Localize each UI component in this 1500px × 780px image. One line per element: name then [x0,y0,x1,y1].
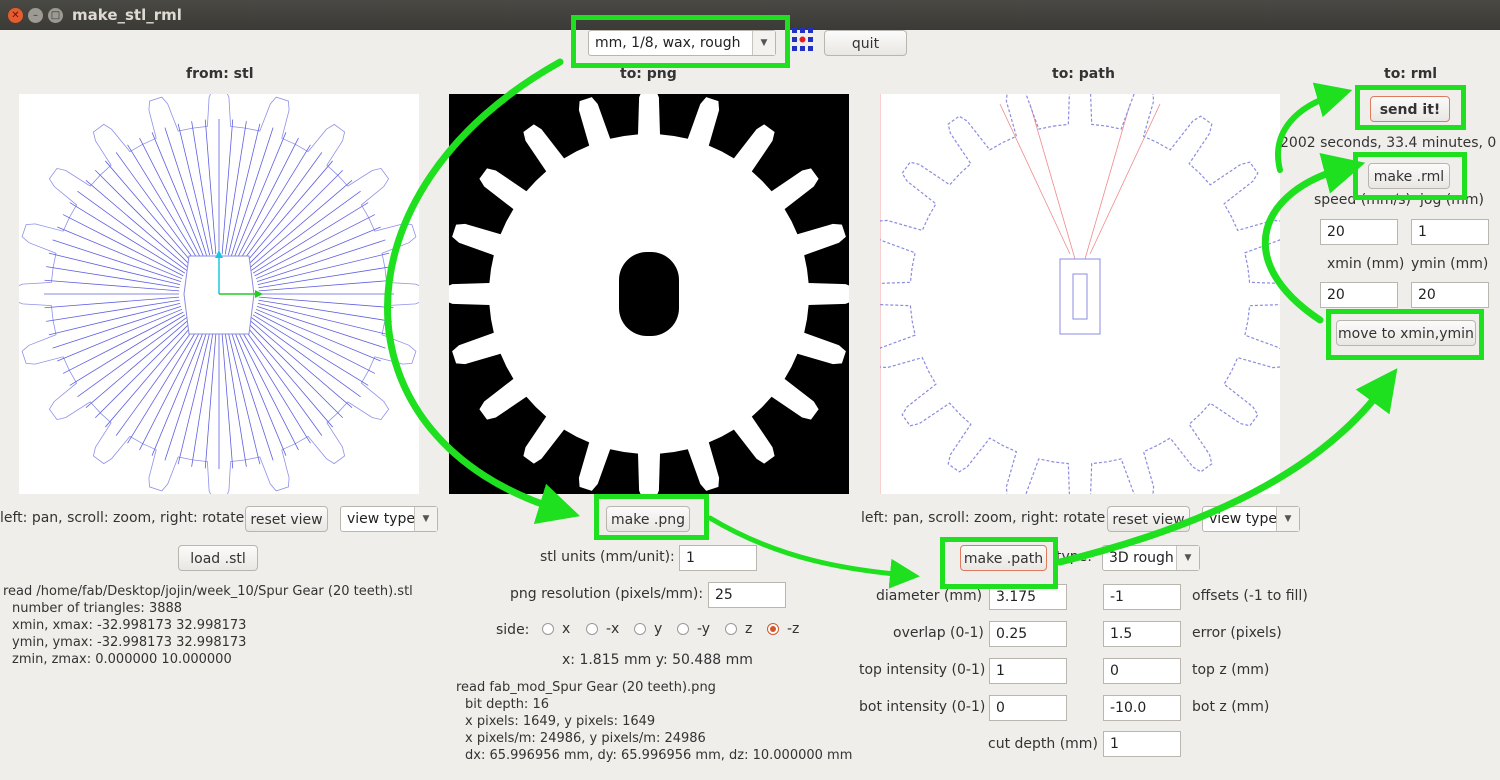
load-stl-button[interactable]: load .stl [178,545,258,571]
side-radio-label: -z [787,621,800,637]
close-window-icon[interactable]: ✕ [8,8,23,23]
cut-depth-input[interactable]: 1 [1103,731,1181,757]
side-radio-neg-y[interactable] [677,623,689,635]
stl-view-type-select[interactable]: view type ▼ [340,506,438,532]
highlight-preset [571,15,790,68]
window-title: make_stl_rml [72,6,182,24]
top-intensity-label: top intensity (0-1) [859,662,986,678]
overlap-input[interactable]: 0.25 [989,621,1067,647]
xmin-input[interactable]: 20 [1320,282,1398,308]
png-info-line: dx: 65.996956 mm, dy: 65.996956 mm, dz: … [465,748,853,763]
path-type-label: type: [1056,549,1092,565]
cut-depth-label: cut depth (mm) [988,736,1098,752]
side-radio-label: z [745,621,753,637]
ymin-label: ymin (mm) [1411,256,1489,272]
path-type-value: 3D rough [1109,550,1174,566]
top-z-input[interactable]: 0 [1103,658,1181,684]
minimize-window-icon[interactable]: – [28,8,43,23]
to-rml-header: to: rml [1384,66,1438,82]
overlap-label: overlap (0-1) [893,625,984,641]
to-png-header: to: png [620,66,677,82]
maximize-window-icon[interactable]: □ [48,8,63,23]
stl-viewer-canvas[interactable] [19,94,419,494]
bot-intensity-input[interactable]: 0 [989,695,1067,721]
toolpath-drawing [880,94,1280,494]
to-path-header: to: path [1052,66,1115,82]
speed-input[interactable]: 20 [1320,219,1398,245]
xmin-label: xmin (mm) [1327,256,1405,272]
highlight-move-to [1326,309,1484,360]
gear-image [449,94,849,494]
side-radio-z[interactable] [725,623,737,635]
offsets-label: offsets (-1 to fill) [1192,588,1308,604]
ymin-input[interactable]: 20 [1411,282,1489,308]
stl-hint: left: pan, scroll: zoom, right: rotate [0,510,245,526]
stl-info-line: zmin, zmax: 0.000000 10.000000 [12,652,232,667]
side-radio-x[interactable] [542,623,554,635]
side-radio-neg-x[interactable] [586,623,598,635]
stl-mesh-drawing [19,94,419,494]
highlight-make-path [940,537,1058,589]
png-resolution-label: png resolution (pixels/mm): [510,586,704,602]
side-radio-y[interactable] [634,623,646,635]
side-radio-label: -y [697,621,711,637]
chevron-down-icon: ▼ [414,507,437,531]
top-z-label: top z (mm) [1192,662,1270,678]
png-preview-canvas [449,94,849,494]
side-radio-label: y [654,621,663,637]
quit-button[interactable]: quit [824,30,907,56]
png-coordinates: x: 1.815 mm y: 50.488 mm [562,652,753,668]
side-radio-neg-z[interactable] [767,623,779,635]
diameter-label: diameter (mm) [876,588,983,604]
stl-info-line: xmin, xmax: -32.998173 32.998173 [12,618,247,633]
stl-units-input[interactable]: 1 [679,545,757,571]
rml-time-estimate: 2002 seconds, 33.4 minutes, 0.56 [1280,135,1496,151]
from-stl-header: from: stl [186,66,254,82]
stl-info-line: number of triangles: 3888 [12,601,183,616]
side-radio-label: -x [606,621,620,637]
path-view-type-select[interactable]: view type ▼ [1202,506,1300,532]
png-resolution-input[interactable]: 25 [708,582,786,608]
chevron-down-icon: ▼ [1276,507,1299,531]
bot-intensity-label: bot intensity (0-1) [859,699,986,715]
fab-logo-icon [792,28,814,52]
highlight-make-png [594,494,709,540]
side-label: side: [496,622,530,638]
stl-info-line: ymin, ymax: -32.998173 32.998173 [12,635,247,650]
chevron-down-icon: ▼ [1176,546,1199,570]
top-intensity-input[interactable]: 1 [989,658,1067,684]
stl-view-type-value: view type [347,511,415,527]
path-view-type-value: view type [1209,511,1277,527]
png-info-line: x pixels: 1649, y pixels: 1649 [465,714,656,729]
error-input[interactable]: 1.5 [1103,621,1181,647]
stl-units-label: stl units (mm/unit): [540,549,675,565]
jog-input[interactable]: 1 [1411,219,1489,245]
side-radio-label: x [562,621,571,637]
offsets-input[interactable]: -1 [1103,584,1181,610]
bot-z-input[interactable]: -10.0 [1103,695,1181,721]
path-hint: left: pan, scroll: zoom, right: rotate [861,510,1106,526]
png-info-line: x pixels/m: 24986, y pixels/m: 24986 [465,731,706,746]
error-label: error (pixels) [1192,625,1282,641]
path-type-select[interactable]: 3D rough ▼ [1102,545,1200,571]
stl-reset-view-button[interactable]: reset view [245,506,328,532]
stl-info-line: read /home/fab/Desktop/jojin/week_10/Spu… [3,584,413,599]
path-reset-view-button[interactable]: reset view [1107,506,1190,532]
highlight-make-rml [1353,152,1467,200]
path-preview-canvas[interactable] [880,94,1280,494]
highlight-send-it [1355,85,1466,130]
png-info-line: bit depth: 16 [465,697,549,712]
bot-z-label: bot z (mm) [1192,699,1270,715]
png-info-line: read fab_mod_Spur Gear (20 teeth).png [456,680,716,695]
